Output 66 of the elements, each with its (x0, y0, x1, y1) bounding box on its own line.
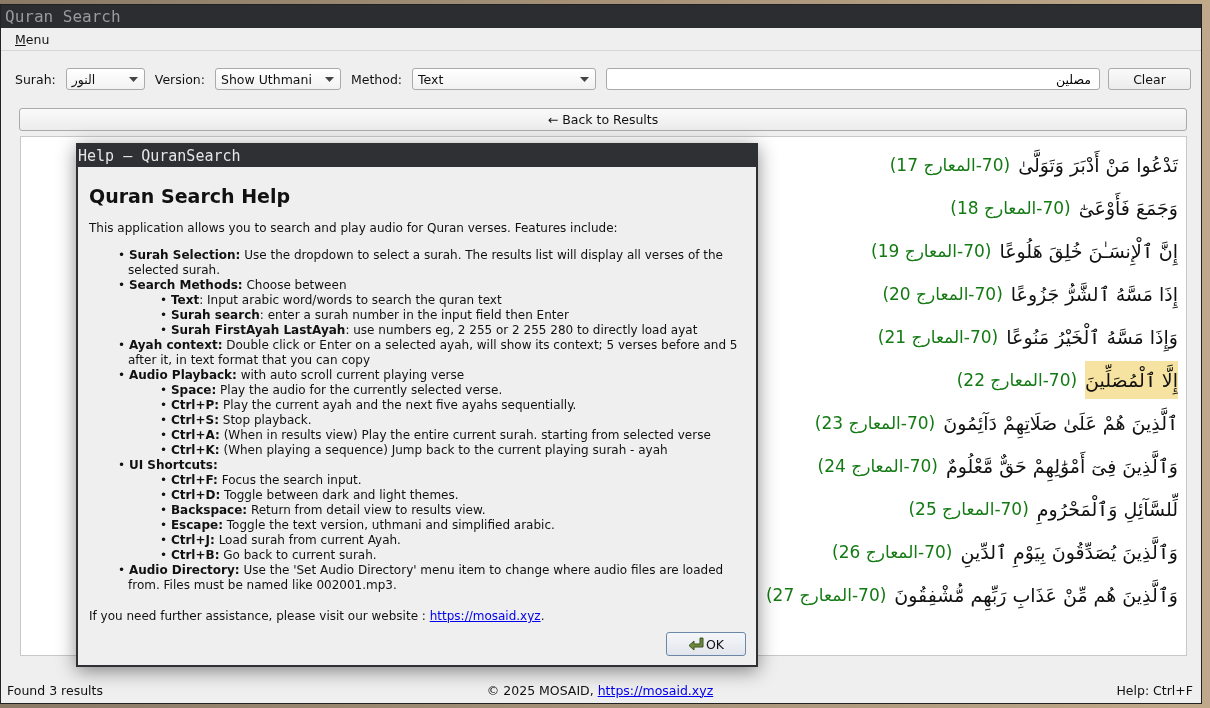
verse-reference: (70-المعارج 22) (956, 369, 1078, 390)
help-item: • Surah Selection: Use the dropdown to select a surah. The results list will display all verses of the selected surah. (118, 248, 724, 278)
verse-reference: (70-المعارج 17) (889, 154, 1011, 175)
method-dropdown[interactable]: Text (412, 68, 597, 90)
back-button[interactable]: ← Back to Results (19, 108, 1187, 131)
help-heading: Quran Search Help (89, 185, 292, 207)
verse-reference: (70-المعارج 19) (871, 240, 992, 261)
verse-reference: (70-المعارج 18) (950, 197, 1071, 218)
verse-text[interactable]: وَٱلَّذِينَ يُصَدِّقُونَ بِيَوْمِ ٱلدِّينِ (960, 532, 1178, 571)
verse-reference: (70-المعارج 27) (765, 584, 887, 605)
search-field[interactable]: مصلين (606, 68, 1100, 90)
window-title: Quran Search (5, 7, 121, 26)
help-item: • Text: Input arabic word/words to search the quran text (159, 293, 503, 308)
help-item: • Ctrl+K: (When playing a sequence) Jump back to the current playing surah - ayah (159, 443, 669, 458)
help-item: • Ctrl+B: Go back to current surah. (159, 548, 378, 563)
caret-icon (325, 76, 334, 82)
verse-text[interactable]: لِّلسَّآئِلِ وَٱلْمَحْرُومِ (1036, 489, 1178, 528)
verse-reference: (70-المعارج 24) (817, 455, 938, 476)
help-item: • Audio Playback: with auto scroll current playing verse (118, 368, 466, 383)
verse-text[interactable]: إِلَّا ٱلْمُصَلِّينَ (1085, 360, 1178, 399)
help-hint: Help: Ctrl+F (1116, 682, 1193, 698)
ok-button[interactable]: OK (666, 632, 746, 656)
website-link[interactable]: https://mosaid.xyz (429, 609, 541, 623)
verse-reference: (70-المعارج 21) (877, 326, 999, 347)
verse-reference: (70-المعارج 26) (832, 541, 953, 562)
help-item: • Escape: Toggle the text version, uthmani and simplified arabic. (159, 518, 556, 533)
help-item: • Search Methods: Choose between (118, 278, 348, 293)
verse-text[interactable]: وَٱلَّذِينَ فِىٓ أَمْوَٰلِهِمْ حَقٌّ مَّعْلُومٌ (945, 446, 1178, 485)
help-item: • Ctrl+D: Toggle between dark and light themes. (159, 488, 460, 503)
verse-text[interactable]: تَدْعُوا مَنْ أَدْبَرَ وَتَوَلَّىٰ (1018, 145, 1178, 184)
verse-text[interactable]: وَٱلَّذِينَ هُم مِّنْ عَذَابِ رَبِّهِم مُّشْفِقُونَ (894, 575, 1178, 614)
verse-text[interactable]: وَجَمَعَ فَأَوْعَىٰٓ (1078, 188, 1178, 227)
help-intro: This application allows you to search and play audio for Quran verses. Features include: (89, 221, 619, 235)
return-arrow-icon (687, 637, 704, 651)
copyright-text: © 2025 MOSAID, https://mosaid.xyz (486, 682, 714, 698)
help-item: • UI Shortcuts: (118, 458, 219, 473)
verse-text[interactable]: إِنَّ ٱلْإِنسَـٰنَ خُلِقَ هَلُوعًا (999, 231, 1178, 270)
help-item: • Ctrl+A: (When in results view) Play the entire current surah. starting from selected verse (159, 428, 712, 443)
version-dropdown[interactable]: Show Uthmani (215, 68, 341, 90)
verse-reference: (70-المعارج 20) (882, 283, 1003, 304)
surah-label: Surah: (15, 71, 56, 87)
verse-text[interactable]: إِذَا مَسَّهُ ٱلشَّرُّ جَزُوعًا (1010, 274, 1178, 313)
help-item: • Surah search: enter a surah number in the input field then Enter (159, 308, 570, 323)
help-item: • Surah FirstAyah LastAyah: use numbers eg, 2 255 or 2 255 280 to directly load ayat (159, 323, 699, 338)
help-item: • Ctrl+P: Play the current ayah and the next five ayahs sequentially. (159, 398, 578, 413)
caret-icon (128, 76, 138, 82)
verse-reference: (70-المعارج 23) (814, 412, 936, 433)
help-item: • Audio Directory: Use the 'Set Audio Directory' menu item to change where audio files are loaded from. Files must be named like 002001.mp3. (118, 563, 725, 593)
clear-button[interactable]: Clear (1108, 68, 1191, 90)
help-item: • Ctrl+J: Load surah from current Ayah. (159, 533, 402, 548)
help-item: • Ctrl+F: Focus the search input. (159, 473, 363, 488)
help-item: • Space: Play the audio for the currently selected verse. (159, 383, 504, 398)
surah-dropdown[interactable]: النور (65, 68, 145, 90)
status-text: Found 3 results (7, 682, 104, 698)
help-item: • Ctrl+S: Stop playback. (159, 413, 313, 428)
help-footer: If you need further assistance, please visit our website : https://mosaid.xyz. (89, 609, 746, 623)
menu-item[interactable]: Menu (15, 31, 50, 47)
website-link[interactable]: https://mosaid.xyz (597, 682, 714, 698)
verse-reference: (70-المعارج 25) (908, 498, 1029, 519)
version-label: Version: (154, 71, 205, 87)
dialog-title: Help — QuranSearch (78, 147, 241, 165)
verse-text[interactable]: ٱلَّذِينَ هُمْ عَلَىٰ صَلَاتِهِمْ دَآئِمُونَ (943, 403, 1178, 442)
method-label: Method: (351, 71, 403, 87)
verse-text[interactable]: وَإِذَا مَسَّهُ ٱلْخَيْرُ مَنُوعًا (1006, 317, 1178, 356)
help-item: • Backspace: Return from detail view to results view. (159, 503, 487, 518)
caret-icon (580, 76, 590, 82)
